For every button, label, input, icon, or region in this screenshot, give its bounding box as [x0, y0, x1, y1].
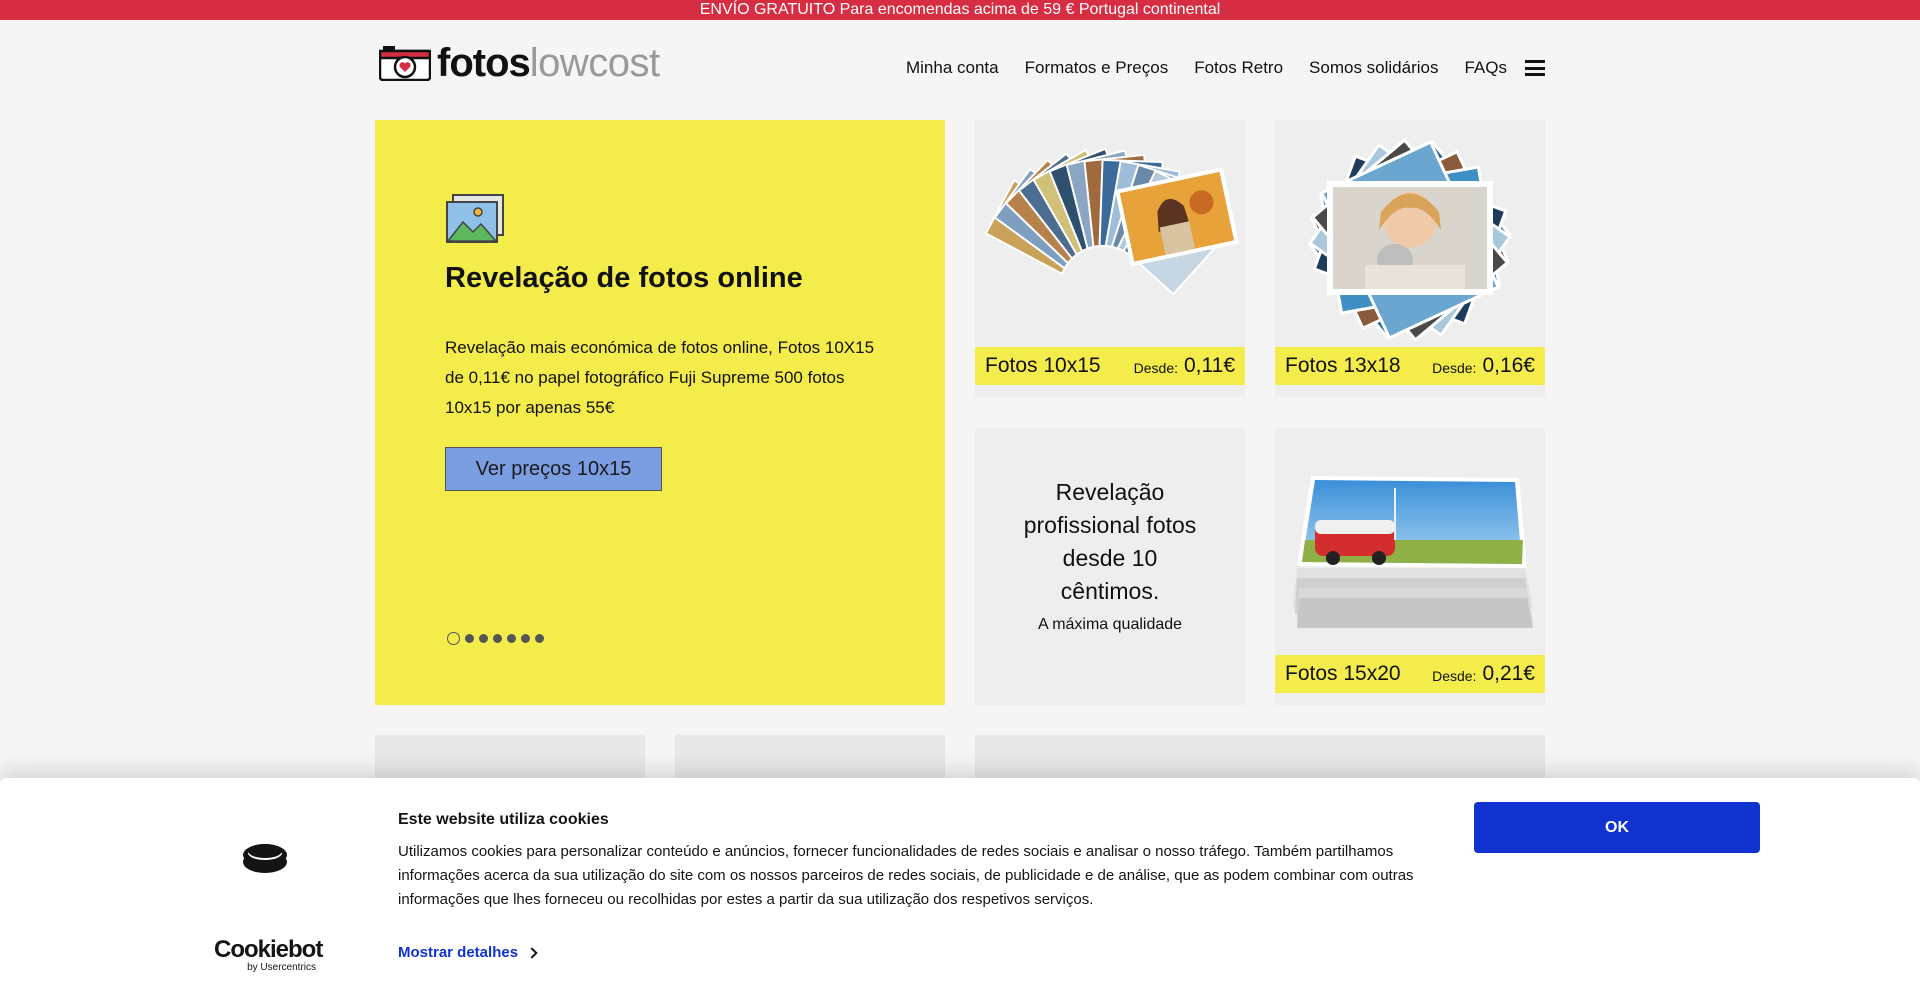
- show-details-label: Mostrar detalhes: [398, 944, 519, 961]
- hamburger-menu-icon[interactable]: [1525, 60, 1545, 76]
- photo-stack-image: [1307, 138, 1513, 342]
- chevron-right-icon: [526, 946, 538, 959]
- product-price: 0,16€: [1482, 354, 1535, 377]
- slider-dot[interactable]: [535, 634, 544, 643]
- logo-text-fotos: fotos: [437, 40, 531, 85]
- cookiebot-brand: Cookiebot: [214, 936, 323, 963]
- promo-text: Revelação profissional fotos desde 10 cê…: [975, 476, 1245, 634]
- slider-dot[interactable]: [465, 634, 474, 643]
- nav-somos-solidarios[interactable]: Somos solidários: [1309, 58, 1438, 78]
- cookiebot-logo: Cookiebot by Usercentrics: [214, 936, 324, 974]
- product-tile-10x15[interactable]: Fotos 10x15 Desde: 0,11€: [975, 120, 1245, 397]
- cookie-stack-icon: [243, 844, 287, 873]
- price-from-label: Desde:: [1432, 360, 1477, 376]
- cookie-title: Este website utiliza cookies: [398, 811, 609, 828]
- promo-tile: Revelação profissional fotos desde 10 cê…: [975, 428, 1245, 705]
- cookiebot-brand-sub: by Usercentrics: [247, 962, 316, 973]
- cookie-ok-button[interactable]: OK: [1474, 802, 1760, 853]
- price-from-label: Desde:: [1133, 360, 1178, 376]
- slider-dots: [447, 632, 549, 645]
- camera-heart-icon: [379, 46, 431, 81]
- price-bar: Fotos 15x20 Desde: 0,21€: [1275, 655, 1545, 693]
- promo-bar-text: ENVÍO GRATUITO Para encomendas acima de …: [699, 1, 1221, 18]
- promo-bar: ENVÍO GRATUITO Para encomendas acima de …: [0, 0, 1920, 20]
- fanned-photos-image: [984, 147, 1239, 296]
- view-prices-button[interactable]: Ver preços 10x15: [445, 447, 662, 491]
- slider-dot[interactable]: [479, 634, 488, 643]
- nav-minha-conta[interactable]: Minha conta: [906, 58, 999, 78]
- site-header: fotos lowcost Minha conta Formatos e Pre…: [375, 38, 1545, 98]
- slider-dot[interactable]: [507, 634, 516, 643]
- nav-formatos-precos[interactable]: Formatos e Preços: [1025, 58, 1169, 78]
- product-price: 0,21€: [1482, 662, 1535, 685]
- product-name: Fotos 13x18: [1285, 354, 1401, 377]
- price-bar: Fotos 13x18 Desde: 0,16€: [1275, 347, 1545, 385]
- price-from-label: Desde:: [1432, 668, 1477, 684]
- slider-dot[interactable]: [521, 634, 530, 643]
- product-name: Fotos 15x20: [1285, 662, 1401, 685]
- slider-dot[interactable]: [447, 632, 460, 645]
- price-bar: Fotos 10x15 Desde: 0,11€: [975, 347, 1245, 385]
- photo-gallery-icon: [446, 194, 504, 243]
- site-logo[interactable]: fotos lowcost: [379, 40, 660, 85]
- product-price: 0,11€: [1184, 354, 1235, 377]
- nav-fotos-retro[interactable]: Fotos Retro: [1194, 58, 1283, 78]
- slider-dot[interactable]: [493, 634, 502, 643]
- hero-title: Revelação de fotos online: [445, 262, 803, 294]
- hero-slide: Revelação de fotos online Revelação mais…: [375, 120, 945, 705]
- show-details-link[interactable]: Mostrar detalhes: [398, 944, 538, 961]
- promo-subline: A máxima qualidade: [1037, 616, 1183, 633]
- product-tile-15x20[interactable]: Fotos 15x20 Desde: 0,21€: [1275, 428, 1545, 705]
- nav-faqs[interactable]: FAQs: [1464, 58, 1507, 78]
- hero-description: Revelação mais económica de fotos online…: [445, 338, 875, 417]
- print-stack-image: [1293, 476, 1533, 628]
- logo-text-lowcost: lowcost: [529, 40, 660, 85]
- cookie-text: Utilizamos cookies para personalizar con…: [398, 843, 1414, 908]
- main-nav: Minha conta Formatos e Preços Fotos Retr…: [880, 58, 1545, 78]
- product-tile-13x18[interactable]: Fotos 13x18 Desde: 0,16€: [1275, 120, 1545, 397]
- cookie-banner: Cookiebot by Usercentrics Este website u…: [0, 778, 1920, 993]
- product-name: Fotos 10x15: [985, 354, 1101, 377]
- promo-headline: Revelação profissional fotos desde 10 cê…: [1023, 479, 1197, 604]
